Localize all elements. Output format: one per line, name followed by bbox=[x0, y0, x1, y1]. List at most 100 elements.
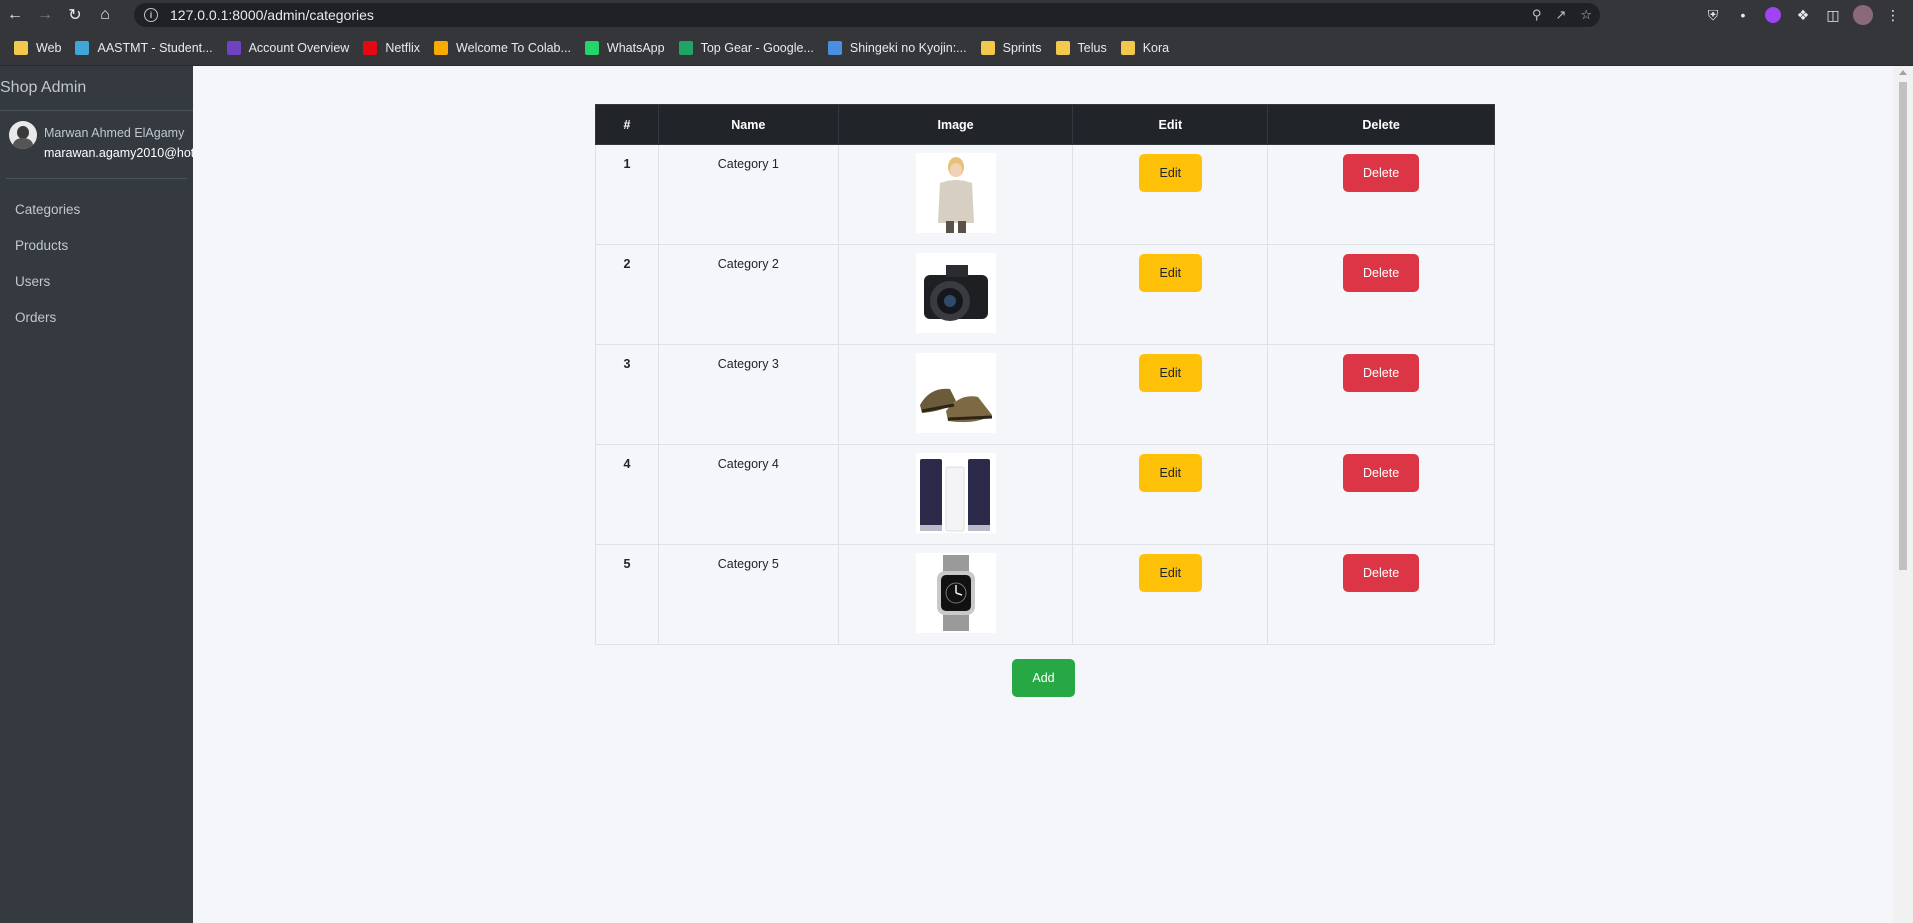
column-header-number: # bbox=[595, 104, 659, 145]
dot-extension-icon[interactable]: • bbox=[1733, 5, 1753, 25]
row-number: 4 bbox=[595, 444, 659, 545]
row-number: 5 bbox=[595, 544, 659, 645]
sidebar-item-orders[interactable]: Orders bbox=[0, 299, 193, 335]
bookmark-label: Kora bbox=[1142, 40, 1170, 55]
zoom-icon[interactable]: ⚲ bbox=[1532, 7, 1542, 23]
bookmark-item[interactable]: Top Gear - Google... bbox=[673, 35, 820, 61]
forward-arrow-icon[interactable]: → bbox=[30, 0, 60, 30]
bookmark-favicon-icon bbox=[678, 40, 693, 55]
table-row: 3 Category 3 Edit Delete bbox=[595, 344, 1495, 445]
table-row: 1 Category 1 Edit Delete bbox=[595, 144, 1495, 245]
sidebar-item-categories[interactable]: Categories bbox=[0, 191, 193, 227]
bookmark-item[interactable]: Web bbox=[8, 35, 67, 61]
category-name: Category 3 bbox=[657, 344, 839, 445]
reload-icon[interactable]: ↻ bbox=[60, 0, 90, 30]
bookmark-item[interactable]: Shingeki no Kyojin:... bbox=[822, 35, 973, 61]
bookmark-label: Sprints bbox=[1002, 40, 1042, 55]
category-image bbox=[915, 553, 996, 633]
category-image bbox=[915, 253, 996, 333]
bookmark-star-icon[interactable]: ☆ bbox=[1580, 7, 1592, 23]
purple-extension-icon[interactable] bbox=[1763, 5, 1783, 25]
menu-kebab-icon[interactable]: ⋮ bbox=[1883, 5, 1903, 25]
category-name: Category 2 bbox=[657, 244, 839, 345]
edit-button[interactable]: Edit bbox=[1138, 154, 1202, 192]
bookmark-label: Top Gear - Google... bbox=[700, 40, 814, 55]
bookmark-label: Account Overview bbox=[248, 40, 350, 55]
add-category-button[interactable]: Add bbox=[1012, 659, 1075, 697]
bookmark-label: Shingeki no Kyojin:... bbox=[849, 40, 967, 55]
admin-sidebar: Shop Admin Marwan Ahmed ElAgamy marawan.… bbox=[0, 66, 193, 923]
category-name: Category 4 bbox=[657, 444, 839, 545]
bookmark-item[interactable]: WhatsApp bbox=[579, 35, 671, 61]
edit-cell: Edit bbox=[1072, 244, 1269, 345]
bookmark-favicon-icon bbox=[584, 40, 599, 55]
delete-button[interactable]: Delete bbox=[1343, 354, 1420, 392]
bookmark-item[interactable]: AASTMT - Student... bbox=[69, 35, 218, 61]
categories-table: # Name Image Edit Delete 1 Category 1 Edit… bbox=[595, 104, 1495, 645]
category-image-cell bbox=[837, 544, 1074, 645]
sidebar-item-products[interactable]: Products bbox=[0, 227, 193, 263]
brand-link[interactable]: Shop Admin bbox=[0, 66, 193, 111]
bookmark-item[interactable]: Sprints bbox=[975, 35, 1048, 61]
delete-button[interactable]: Delete bbox=[1343, 154, 1420, 192]
category-image-cell bbox=[837, 444, 1074, 545]
category-image bbox=[915, 153, 996, 233]
column-header-edit: Edit bbox=[1072, 104, 1269, 145]
row-number: 3 bbox=[595, 344, 659, 445]
bookmark-item[interactable]: Netflix bbox=[357, 35, 426, 61]
delete-cell: Delete bbox=[1267, 544, 1495, 645]
bookmark-favicon-icon bbox=[1055, 40, 1070, 55]
table-row: 4 Category 4 Edit Delete bbox=[595, 444, 1495, 545]
bookmark-favicon-icon bbox=[434, 40, 449, 55]
share-icon[interactable]: ↗ bbox=[1555, 7, 1566, 23]
address-bar[interactable]: i 127.0.0.1:8000/admin/categories ⚲ ↗ ☆ bbox=[134, 3, 1600, 27]
profile-avatar[interactable] bbox=[1853, 5, 1873, 25]
bookmark-label: Telus bbox=[1077, 40, 1107, 55]
page-scrollbar[interactable] bbox=[1893, 66, 1913, 923]
sidebar-item-users[interactable]: Users bbox=[0, 263, 193, 299]
bookmark-label: Web bbox=[36, 40, 62, 55]
scroll-up-arrow-icon[interactable] bbox=[1899, 70, 1907, 75]
row-number: 2 bbox=[595, 244, 659, 345]
puzzle-extensions-icon[interactable]: ❖ bbox=[1793, 5, 1813, 25]
bookmark-item[interactable]: Account Overview bbox=[221, 35, 356, 61]
edit-button[interactable]: Edit bbox=[1138, 454, 1202, 492]
bookmark-label: WhatsApp bbox=[606, 40, 665, 55]
delete-button[interactable]: Delete bbox=[1343, 254, 1420, 292]
edit-button[interactable]: Edit bbox=[1138, 254, 1202, 292]
edit-button[interactable]: Edit bbox=[1138, 354, 1202, 392]
bookmark-label: Netflix bbox=[385, 40, 421, 55]
row-number: 1 bbox=[595, 144, 659, 245]
bookmark-favicon-icon bbox=[980, 40, 995, 55]
edit-cell: Edit bbox=[1072, 144, 1269, 245]
user-panel: Marwan Ahmed ElAgamy marawan.agamy2010@h… bbox=[6, 111, 193, 179]
back-arrow-icon[interactable]: ← bbox=[0, 0, 30, 30]
column-header-delete: Delete bbox=[1267, 104, 1495, 145]
bookmark-favicon-icon bbox=[1120, 40, 1135, 55]
site-info-icon[interactable]: i bbox=[144, 8, 158, 22]
user-name[interactable]: Marwan Ahmed ElAgamy bbox=[44, 126, 184, 140]
bookmark-item[interactable]: Telus bbox=[1050, 35, 1113, 61]
delete-cell: Delete bbox=[1267, 444, 1495, 545]
bookmark-item[interactable]: Kora bbox=[1115, 35, 1175, 61]
edit-cell: Edit bbox=[1072, 544, 1269, 645]
bookmark-item[interactable]: Welcome To Colab... bbox=[428, 35, 577, 61]
shield-extension-icon[interactable]: ⛨ bbox=[1703, 5, 1723, 25]
bookmarks-bar: Web AASTMT - Student... Account Overview Ne… bbox=[0, 30, 1913, 66]
delete-button[interactable]: Delete bbox=[1343, 554, 1420, 592]
column-header-image: Image bbox=[837, 104, 1074, 145]
delete-button[interactable]: Delete bbox=[1343, 454, 1420, 492]
url-text[interactable]: 127.0.0.1:8000/admin/categories bbox=[170, 7, 374, 23]
bookmark-favicon-icon bbox=[363, 40, 378, 55]
category-image-cell bbox=[837, 244, 1074, 345]
scrollbar-thumb[interactable] bbox=[1899, 82, 1907, 570]
delete-cell: Delete bbox=[1267, 244, 1495, 345]
edit-button[interactable]: Edit bbox=[1138, 554, 1202, 592]
delete-cell: Delete bbox=[1267, 144, 1495, 245]
side-panel-icon[interactable]: ◫ bbox=[1823, 5, 1843, 25]
user-avatar bbox=[9, 121, 37, 149]
home-icon[interactable]: ⌂ bbox=[90, 0, 120, 30]
edit-cell: Edit bbox=[1072, 444, 1269, 545]
category-name: Category 1 bbox=[657, 144, 839, 245]
bookmark-label: Welcome To Colab... bbox=[456, 40, 571, 55]
